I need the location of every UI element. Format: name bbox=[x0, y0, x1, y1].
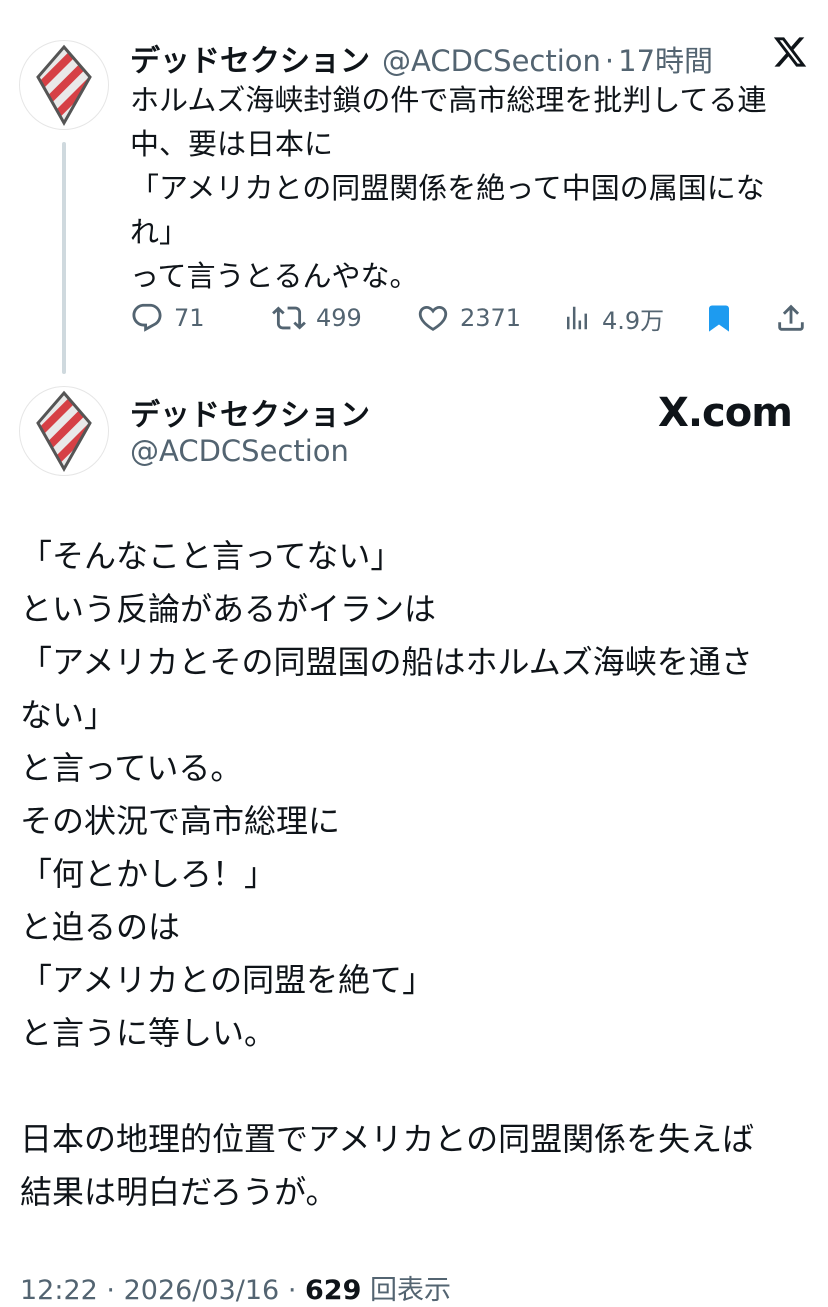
heart-icon bbox=[418, 305, 448, 331]
main-tweet-text: 「そんなこと言ってない」 という反論があるがイランは 「アメリカとその同盟国の船… bbox=[20, 537, 755, 1211]
author-name[interactable]: デッドセクション bbox=[130, 36, 370, 80]
views-count: 4.9万 bbox=[602, 306, 665, 335]
author-handle[interactable]: @ACDCSection bbox=[382, 44, 601, 78]
share-icon bbox=[778, 304, 804, 331]
tweet-time[interactable]: 12:22 bbox=[20, 1275, 98, 1306]
meta-separator: · bbox=[604, 44, 615, 78]
tweet-action-bar: 71 499 2371 4.9万 bbox=[130, 298, 810, 338]
views-button[interactable]: 4.9万 bbox=[562, 301, 664, 336]
author-name[interactable]: デッドセクション bbox=[130, 390, 370, 434]
share-button[interactable] bbox=[774, 301, 808, 335]
retweet-icon bbox=[272, 306, 306, 330]
avatar-emblem-icon bbox=[36, 44, 92, 127]
views-chart-icon bbox=[567, 306, 587, 330]
avatar[interactable] bbox=[19, 40, 109, 130]
tweet-date[interactable]: 2026/03/16 bbox=[124, 1275, 280, 1306]
like-button[interactable]: 2371 bbox=[416, 301, 521, 335]
avatar-emblem-icon bbox=[36, 390, 92, 473]
thread-line bbox=[62, 142, 66, 374]
view-count: 629 bbox=[305, 1275, 362, 1306]
avatar[interactable] bbox=[19, 386, 109, 476]
view-label: 回表示 bbox=[369, 1275, 451, 1306]
quoted-tweet-text: ホルムズ海峡封鎖の件で高市総理を批判してる連 中、要は日本に 「アメリカとの同盟… bbox=[130, 83, 767, 293]
bookmark-icon bbox=[709, 305, 729, 332]
reply-icon bbox=[132, 303, 162, 332]
bookmark-button[interactable] bbox=[704, 302, 734, 334]
footer-separator: · bbox=[106, 1275, 115, 1306]
site-label: X.com bbox=[658, 390, 793, 436]
x-logo-icon[interactable] bbox=[772, 34, 808, 74]
retweet-count: 499 bbox=[316, 304, 362, 332]
retweet-button[interactable]: 499 bbox=[272, 301, 362, 335]
tweet-timestamp[interactable]: 17時間 bbox=[618, 38, 713, 80]
author-handle[interactable]: @ACDCSection bbox=[130, 434, 349, 468]
like-count: 2371 bbox=[460, 304, 522, 332]
tweet-footer: 12:22 · 2026/03/16 · 629 回表示 bbox=[20, 1268, 451, 1307]
reply-button[interactable]: 71 bbox=[130, 301, 205, 335]
quoted-tweet-header: デッドセクション @ACDCSection · 17時間 bbox=[130, 36, 713, 80]
reply-count: 71 bbox=[174, 304, 205, 332]
footer-separator: · bbox=[287, 1275, 297, 1306]
